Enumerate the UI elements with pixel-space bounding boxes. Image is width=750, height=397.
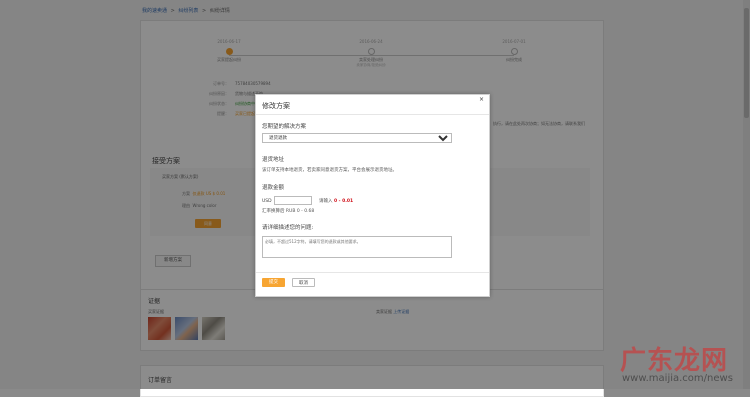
submit-button[interactable]: 提交: [262, 278, 285, 287]
amount-hint: 请输入 0 - 0.01: [319, 198, 353, 204]
watermark-url: www.maijia.com/news: [622, 373, 733, 384]
exchange-rate-note: 汇率换算后 RUB 0 - 0.68: [262, 209, 315, 214]
watermark: 广东龙网 www.maijia.com/news: [610, 340, 750, 389]
refund-amount-label: 退款金额: [262, 185, 285, 191]
cancel-button[interactable]: 取消: [292, 278, 315, 287]
watermark-text: 广东龙网: [620, 346, 729, 376]
solution-label: 您期望的解决方案: [262, 124, 307, 130]
hint-range: 0 - 0.01: [333, 199, 354, 204]
detail-textarea[interactable]: [262, 236, 452, 258]
hint-prefix: 请输入: [319, 199, 333, 204]
dialog-title: 修改方案: [262, 102, 290, 110]
close-icon[interactable]: ×: [479, 96, 484, 103]
modify-plan-dialog: 修改方案 × 您期望的解决方案 退货退款 退货地址 该订单支持本地退货，若卖家同…: [255, 94, 490, 297]
divider: [256, 272, 489, 273]
divider: [256, 114, 489, 115]
detail-label: 请详细描述您的问题:: [262, 225, 314, 231]
currency-label: USD: [262, 199, 272, 204]
return-address-note: 该订单支持本地退货，若卖家同意退货方案，平台会展示退货地址。: [262, 168, 397, 173]
refund-amount-input[interactable]: [274, 196, 312, 205]
return-address-label: 退货地址: [262, 157, 285, 163]
solution-select[interactable]: 退货退款: [262, 133, 452, 143]
